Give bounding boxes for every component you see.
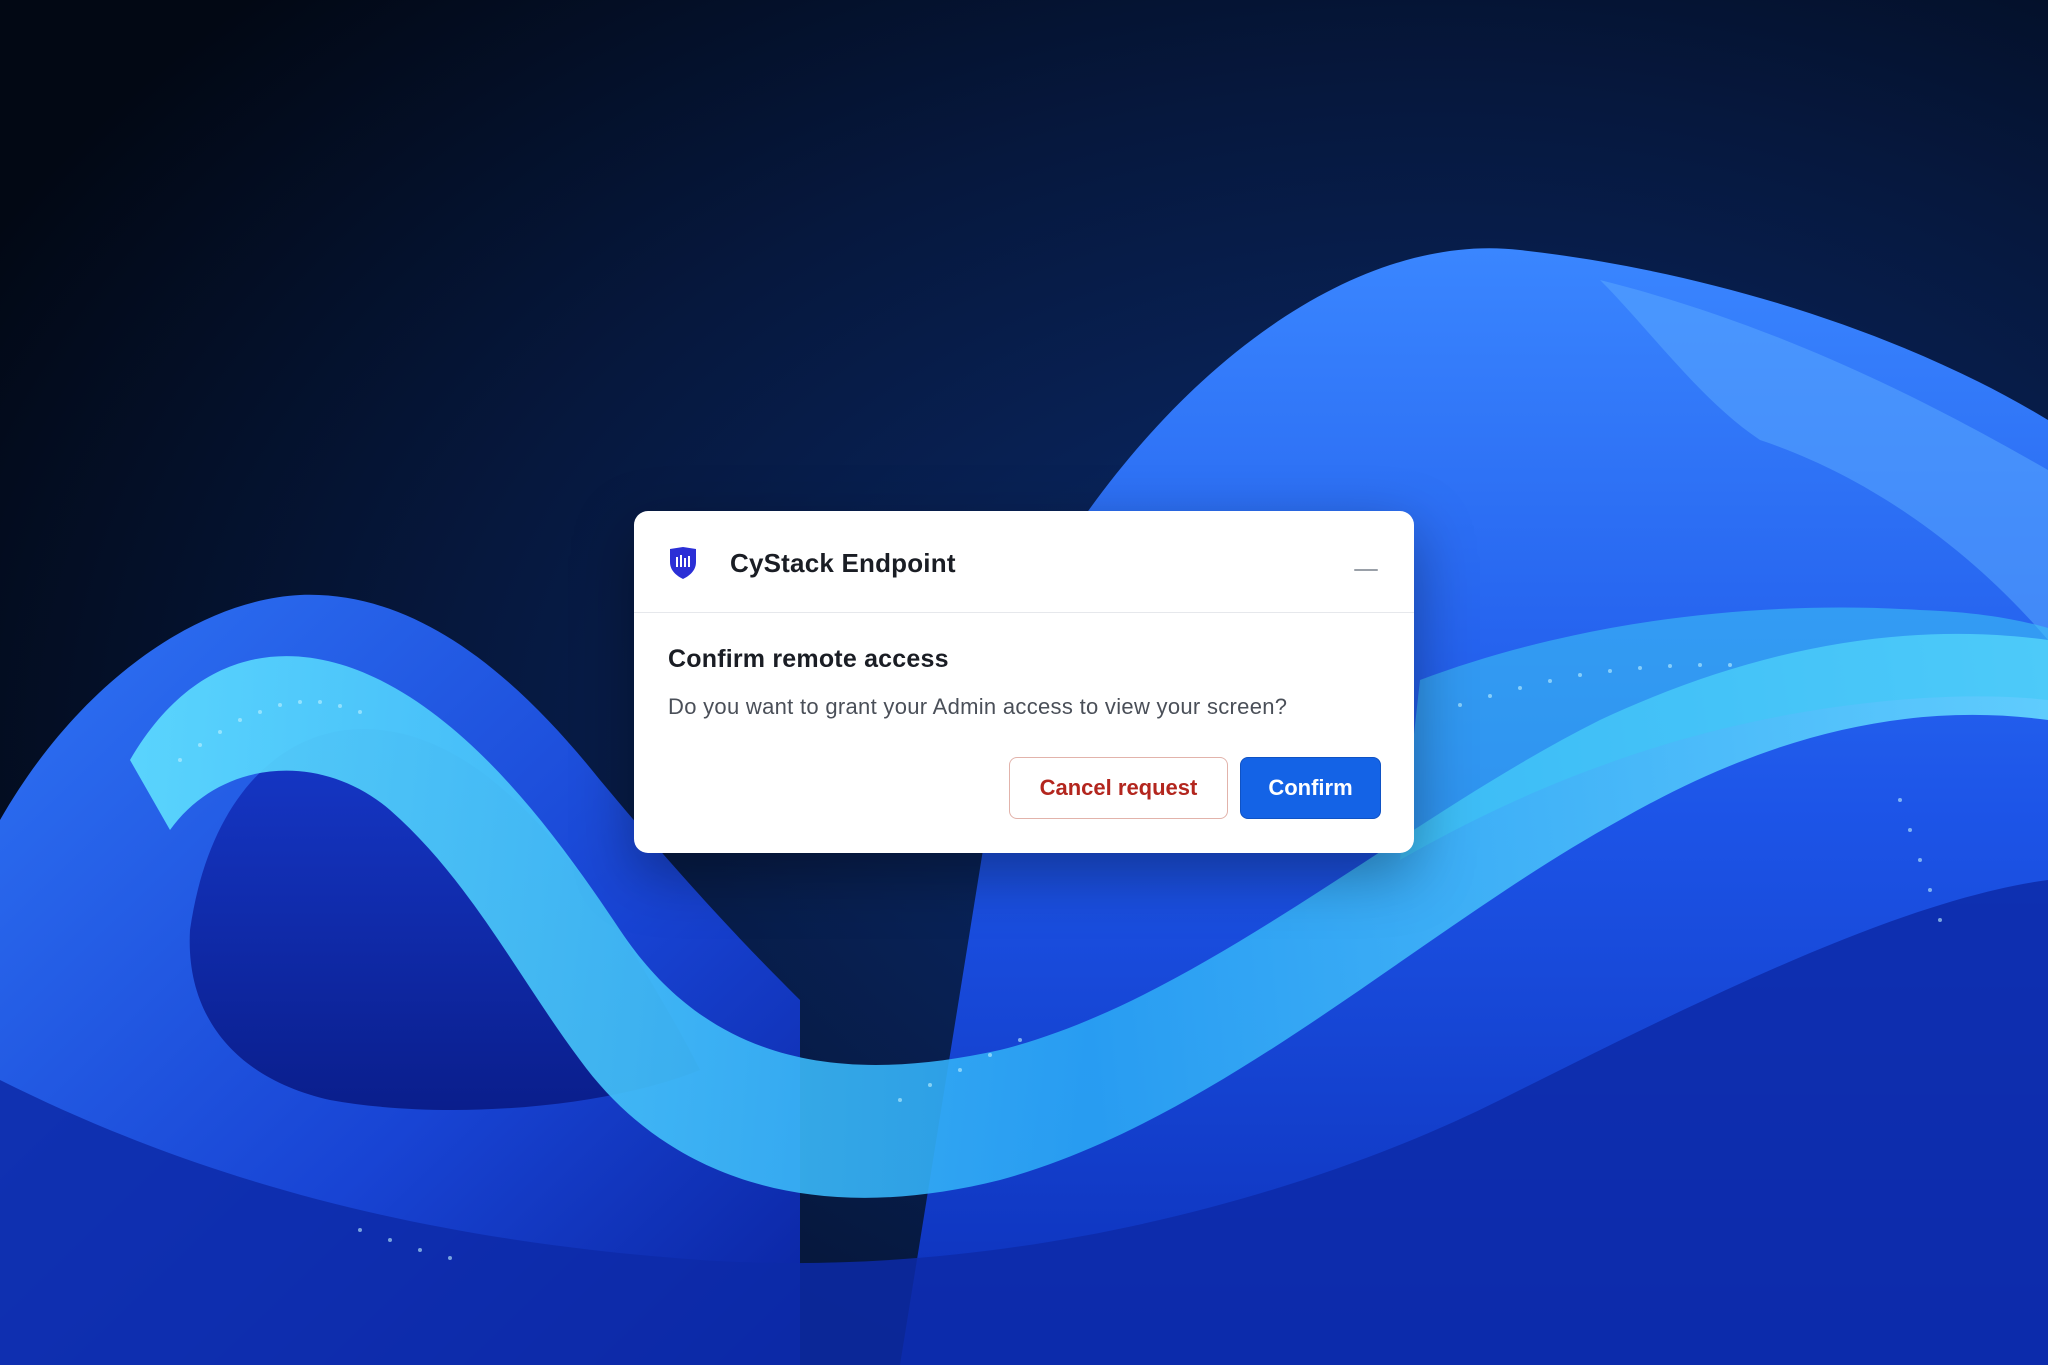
remote-access-dialog: CyStack Endpoint Confirm remote access D… [634, 511, 1414, 853]
confirm-button[interactable]: Confirm [1240, 757, 1381, 819]
dialog-heading: Confirm remote access [668, 645, 949, 673]
app-title: CyStack Endpoint [730, 548, 956, 578]
minimize-icon [1354, 569, 1378, 571]
desktop: CyStack Endpoint Confirm remote access D… [0, 0, 2048, 1365]
cancel-request-button[interactable]: Cancel request [1009, 757, 1228, 819]
minimize-button[interactable] [1346, 551, 1386, 591]
dialog-header: CyStack Endpoint [634, 511, 1414, 613]
dialog-message: Do you want to grant your Admin access t… [668, 694, 1288, 719]
cystack-shield-icon [670, 547, 696, 579]
